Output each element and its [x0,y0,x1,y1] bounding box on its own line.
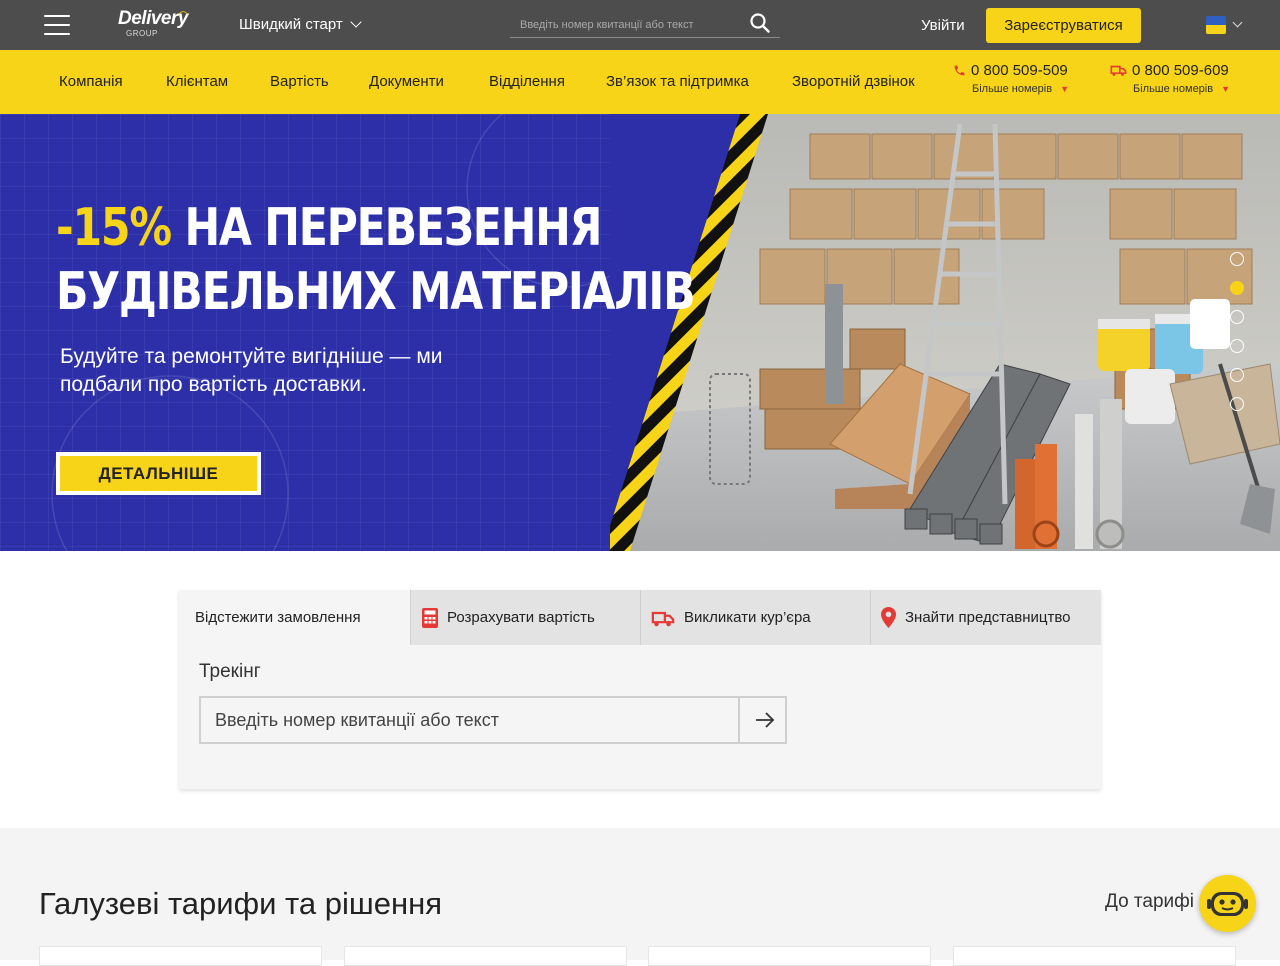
hero-title-line2: БУДІВЕЛЬНИХ МАТЕРІАЛІВ [56,262,696,322]
tracking-heading: Трекінг [199,661,261,682]
nav-item-documents[interactable]: Документи [369,73,444,90]
to-tariffs-link[interactable]: До тарифі [1105,891,1194,913]
industry-card[interactable] [39,946,322,966]
chat-bot-button[interactable] [1199,875,1256,932]
tab-call-courier-label: Викликати кур’єра [684,609,811,626]
more-numbers-2-label: Більше номерів [1133,83,1214,95]
slider-dot-1[interactable] [1230,252,1244,266]
calculator-icon [422,608,438,628]
tracking-field [199,696,787,744]
phone-number-2[interactable]: 0 800 509-609 [1110,62,1230,79]
industry-section: Галузеві тарифи та рішення До тарифі [0,828,1280,966]
quick-start-dropdown[interactable]: Швидкий старт [239,16,362,33]
industry-card[interactable] [344,946,627,966]
header-search-input[interactable] [520,19,740,31]
more-numbers-2[interactable]: Більше номерів ▼ [1133,83,1230,95]
hero-title-accent: -15% [56,198,172,258]
quick-start-label: Швидкий старт [239,16,343,33]
ua-flag-icon [1206,16,1226,34]
hero-banner[interactable]: -15% НА ПЕРЕВЕЗЕННЯ БУДІВЕЛЬНИХ МАТЕРІАЛ… [0,114,1280,551]
slider-dot-6[interactable] [1230,397,1244,411]
tab-calculate-cost[interactable]: Розрахувати вартість [410,590,640,645]
top-bar: Delivery ◠ GROUP Швидкий старт Увійти За… [0,0,1280,50]
language-selector[interactable] [1206,16,1246,34]
tracking-input[interactable] [201,698,740,742]
chevron-down-icon [1232,17,1243,28]
slider-pagination [1230,252,1245,426]
chat-bot-icon [1207,892,1248,916]
service-widget: Відстежити замовлення Розрахувати вартіс… [179,590,1101,789]
nav-item-cost[interactable]: Вартість [270,73,329,90]
phone-number-1[interactable]: 0 800 509-509 [953,62,1069,79]
truck-icon [1110,65,1127,76]
slider-dot-4[interactable] [1230,339,1244,353]
nav-item-support[interactable]: Зв’язок та підтримка [606,73,749,90]
slider-dot-3[interactable] [1230,310,1244,324]
chevron-down-icon [350,16,362,28]
phone-icon [954,65,965,76]
more-numbers-1[interactable]: Більше номерів ▼ [972,83,1069,95]
industry-title: Галузеві тарифи та рішення [39,886,442,921]
tab-find-office[interactable]: Знайти представництво [870,590,1101,645]
tracking-submit-button[interactable] [742,698,787,742]
logo-subtext: GROUP [126,29,158,38]
industry-card[interactable] [953,946,1236,966]
slider-dot-2[interactable] [1230,281,1244,295]
logo-mark-icon: ◠ [178,8,189,22]
tab-track-order-label: Відстежити замовлення [195,609,361,626]
main-nav: Компанія Клієнтам Вартість Документи Від… [0,50,1280,114]
widget-tabs: Відстежити замовлення Розрахувати вартіс… [179,590,1101,645]
phone-number-1-text: 0 800 509-509 [971,62,1068,79]
triangle-down-icon: ▼ [1221,84,1231,94]
warehouse-building-materials-image [610,114,1280,551]
delivery-logo[interactable]: Delivery ◠ GROUP [118,8,193,42]
nav-item-callback[interactable]: Зворотній дзвінок [792,73,915,90]
search-icon[interactable] [750,13,770,33]
hero-subtitle: Будуйте та ремонтуйте вигідніше — ми под… [60,345,443,396]
truck-icon [651,611,675,627]
hero-title-line1: НА ПЕРЕВЕЗЕННЯ [170,198,602,258]
industry-card[interactable] [648,946,931,966]
hero-details-label: ДЕТАЛЬНІШЕ [60,456,257,491]
tab-track-order[interactable]: Відстежити замовлення [179,590,410,645]
tab-call-courier[interactable]: Викликати кур’єра [640,590,870,645]
phone-number-2-text: 0 800 509-609 [1132,62,1229,79]
register-button[interactable]: Зареєструватися [986,8,1141,43]
tab-calculate-cost-label: Розрахувати вартість [447,609,595,626]
hero-details-button[interactable]: ДЕТАЛЬНІШЕ [56,452,261,495]
phone-block-1: 0 800 509-509 Більше номерів ▼ [953,62,1069,95]
menu-burger-icon[interactable] [44,14,70,36]
hero-title: -15% НА ПЕРЕВЕЗЕННЯ БУДІВЕЛЬНИХ МАТЕРІАЛ… [56,196,696,324]
login-link[interactable]: Увійти [921,17,965,34]
nav-item-branches[interactable]: Відділення [489,73,565,90]
nav-item-clients[interactable]: Клієнтам [166,73,228,90]
slider-dot-5[interactable] [1230,368,1244,382]
triangle-down-icon: ▼ [1060,84,1070,94]
more-numbers-1-label: Більше номерів [972,83,1053,95]
map-pin-icon [881,607,896,628]
tab-find-office-label: Знайти представництво [905,609,1071,626]
phone-block-2: 0 800 509-609 Більше номерів ▼ [1110,62,1230,95]
header-search [510,11,780,38]
nav-item-company[interactable]: Компанія [59,73,123,90]
arrow-right-icon [756,712,775,728]
